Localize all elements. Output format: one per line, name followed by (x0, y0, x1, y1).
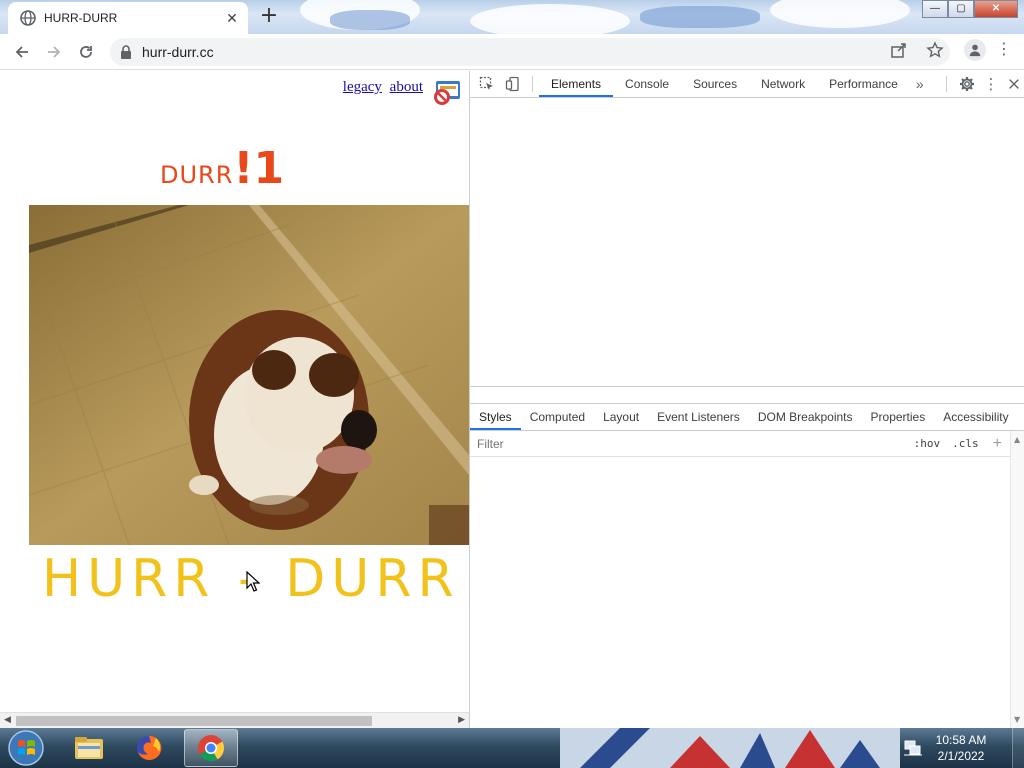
taskbar-firefox[interactable] (122, 729, 176, 767)
subtab-accessibility[interactable]: Accessibility (934, 404, 1017, 430)
cls-toggle[interactable]: .cls (946, 437, 985, 450)
folder-icon (75, 737, 103, 759)
minimize-button[interactable]: — (922, 0, 948, 18)
person-icon (969, 44, 981, 57)
clock-time: 10:58 AM (935, 733, 987, 747)
wallpaper-sky (330, 10, 410, 30)
subtab-event-listeners[interactable]: Event Listeners (648, 404, 749, 430)
devtools-tab-bar: Elements Console Sources Network Perform… (470, 71, 1024, 98)
share-icon[interactable] (890, 41, 908, 59)
more-tabs-icon[interactable]: » (910, 71, 930, 97)
scroll-thumb[interactable] (16, 716, 372, 726)
wallpaper-sky (640, 6, 760, 28)
pane-splitter[interactable] (470, 387, 1024, 404)
reload-button[interactable] (70, 36, 102, 68)
windows-taskbar: 10:58 AM 2/1/2022 (0, 728, 1024, 768)
window-controls: — ▢ ✕ (922, 0, 1018, 18)
start-button[interactable] (4, 728, 48, 768)
no-sign-icon[interactable] (432, 79, 462, 107)
scroll-down-icon[interactable]: ▼ (1014, 715, 1020, 724)
devtools-menu-icon[interactable]: ⋮ (981, 75, 1001, 93)
profile-avatar[interactable] (964, 39, 986, 61)
globe-icon (20, 10, 36, 26)
wallpaper-cloud (470, 4, 630, 34)
styles-filter-bar: :hov .cls + (470, 431, 1010, 457)
back-arrow-icon (15, 45, 28, 58)
close-window-button[interactable]: ✕ (974, 0, 1018, 18)
show-desktop-button[interactable] (1012, 728, 1024, 768)
wallpaper-peek (560, 728, 900, 768)
divider (946, 76, 947, 92)
taskbar-chrome[interactable] (184, 729, 238, 767)
device-toolbar-icon[interactable] (500, 71, 526, 97)
about-link[interactable]: about (390, 79, 423, 95)
toolbar-right: ⋮ (890, 38, 1016, 62)
tab-sources[interactable]: Sources (681, 71, 749, 97)
clock-date: 2/1/2022 (937, 749, 985, 763)
forward-button[interactable] (38, 36, 70, 68)
bulldog-photo (29, 205, 469, 545)
devtools-actions: ⋮ (940, 71, 1021, 97)
new-style-rule-icon[interactable]: + (985, 435, 1010, 453)
divider (532, 76, 533, 92)
network-icon[interactable] (904, 740, 922, 756)
tab-close-icon[interactable]: ✕ (224, 10, 240, 26)
subtab-dom-breakpoints[interactable]: DOM Breakpoints (749, 404, 862, 430)
address-bar[interactable]: hurr-durr.cc (110, 38, 950, 66)
settings-gear-icon[interactable] (959, 76, 975, 92)
horizontal-scrollbar[interactable]: ◀ ▶ (0, 712, 469, 728)
bookmark-star-icon[interactable] (926, 41, 944, 59)
subtab-properties[interactable]: Properties (862, 404, 935, 430)
firefox-icon (137, 735, 162, 760)
page-viewport: legacy about DURR!1 HURR - DURR (0, 71, 469, 712)
new-tab-button[interactable]: + (256, 5, 282, 29)
durr-heading: DURR!1 (160, 143, 284, 194)
styles-filter-input[interactable] (470, 432, 908, 455)
devtools-panel: Elements Console Sources Network Perform… (469, 71, 1024, 728)
wallpaper-cloud (770, 0, 910, 28)
reload-icon (80, 45, 92, 58)
subtab-computed[interactable]: Computed (521, 404, 594, 430)
browser-toolbar: hurr-durr.cc ⋮ (0, 34, 1024, 70)
tab-elements[interactable]: Elements (539, 71, 614, 97)
browser-tab[interactable]: HURR-DURR ✕ (8, 2, 248, 34)
chrome-icon (198, 735, 225, 762)
tab-network[interactable]: Network (749, 71, 817, 97)
sidebar-tab-bar: Styles Computed Layout Event Listeners D… (470, 404, 1024, 431)
tab-title: HURR-DURR (44, 11, 118, 25)
taskbar-explorer[interactable] (62, 729, 116, 767)
system-tray: 10:58 AM 2/1/2022 (904, 728, 1024, 768)
elements-tree-pane[interactable] (470, 99, 1024, 387)
durr-heading-text: DURR (160, 161, 234, 189)
durr-heading-exclaim: !1 (233, 143, 285, 194)
chrome-menu-icon[interactable]: ⋮ (992, 38, 1016, 62)
url-text[interactable]: hurr-durr.cc (142, 44, 214, 60)
subtab-layout[interactable]: Layout (594, 404, 648, 430)
styles-scrollbar[interactable]: ▲ ▼ (1010, 431, 1024, 728)
close-devtools-icon[interactable] (1007, 77, 1021, 91)
inspect-element-icon[interactable] (474, 71, 500, 97)
windows-logo-icon (8, 730, 44, 766)
tab-console[interactable]: Console (613, 71, 681, 97)
taskbar-clock[interactable]: 10:58 AM 2/1/2022 (926, 732, 996, 764)
subtab-styles[interactable]: Styles (470, 404, 521, 430)
scroll-up-icon[interactable]: ▲ (1014, 435, 1020, 444)
hov-toggle[interactable]: :hov (908, 437, 947, 450)
top-links: legacy about (339, 79, 423, 96)
mouse-cursor-icon (246, 571, 260, 592)
lock-icon[interactable] (120, 45, 132, 59)
tab-performance[interactable]: Performance (817, 71, 910, 97)
styles-pane[interactable] (470, 458, 1010, 728)
tab-strip: HURR-DURR ✕ + — ▢ ✕ (0, 0, 1024, 34)
legacy-link[interactable]: legacy (343, 79, 382, 95)
scroll-left-icon[interactable]: ◀ (4, 715, 11, 725)
forward-arrow-icon (48, 45, 61, 58)
scroll-right-icon[interactable]: ▶ (458, 715, 465, 725)
maximize-button[interactable]: ▢ (948, 0, 974, 18)
back-button[interactable] (6, 36, 38, 68)
